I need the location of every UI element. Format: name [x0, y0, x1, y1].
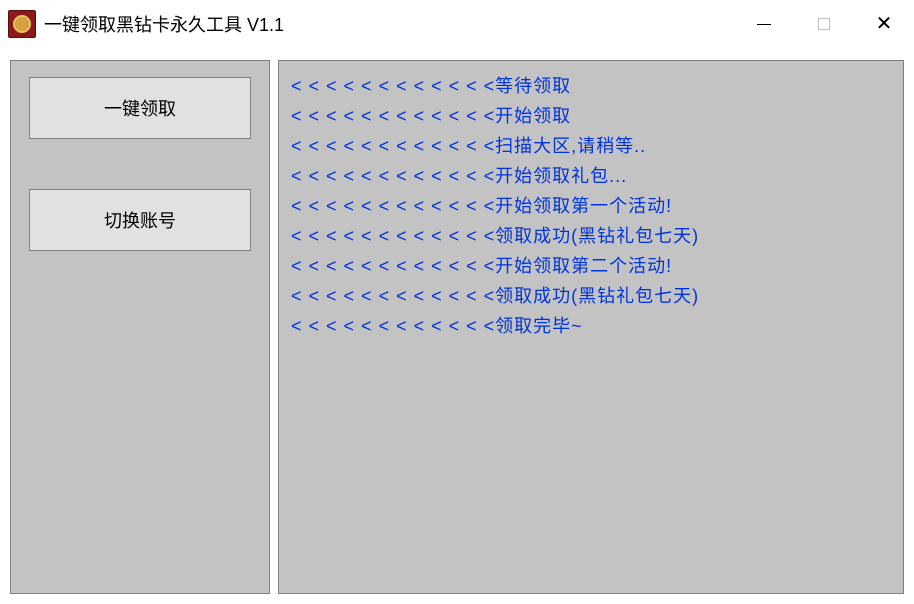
log-line: < < < < < < < < < < < <开始领取第一个活动!	[291, 191, 891, 221]
close-icon: ✕	[876, 14, 893, 34]
window-controls: ✕	[734, 0, 914, 48]
maximize-button	[794, 0, 854, 48]
log-line: < < < < < < < < < < < <领取成功(黑钻礼包七天)	[291, 281, 891, 311]
minimize-button[interactable]	[734, 0, 794, 48]
log-line: < < < < < < < < < < < <等待领取	[291, 71, 891, 101]
content-area: 一键领取 切换账号 < < < < < < < < < < < <等待领取< <…	[0, 48, 914, 604]
minimize-icon	[757, 24, 771, 25]
app-icon	[8, 10, 36, 38]
one-click-receive-button[interactable]: 一键领取	[29, 77, 251, 139]
log-line: < < < < < < < < < < < <领取完毕~	[291, 311, 891, 341]
log-panel: < < < < < < < < < < < <等待领取< < < < < < <…	[278, 60, 904, 594]
close-button[interactable]: ✕	[854, 0, 914, 48]
titlebar: 一键领取黑钻卡永久工具 V1.1 ✕	[0, 0, 914, 48]
maximize-icon	[818, 18, 830, 30]
log-line: < < < < < < < < < < < <开始领取第二个活动!	[291, 251, 891, 281]
log-line: < < < < < < < < < < < <开始领取礼包...	[291, 161, 891, 191]
left-panel: 一键领取 切换账号	[10, 60, 270, 594]
window-title: 一键领取黑钻卡永久工具 V1.1	[44, 11, 734, 37]
log-line: < < < < < < < < < < < <领取成功(黑钻礼包七天)	[291, 221, 891, 251]
switch-account-button[interactable]: 切换账号	[29, 189, 251, 251]
log-line: < < < < < < < < < < < <扫描大区,请稍等..	[291, 131, 891, 161]
log-line: < < < < < < < < < < < <开始领取	[291, 101, 891, 131]
